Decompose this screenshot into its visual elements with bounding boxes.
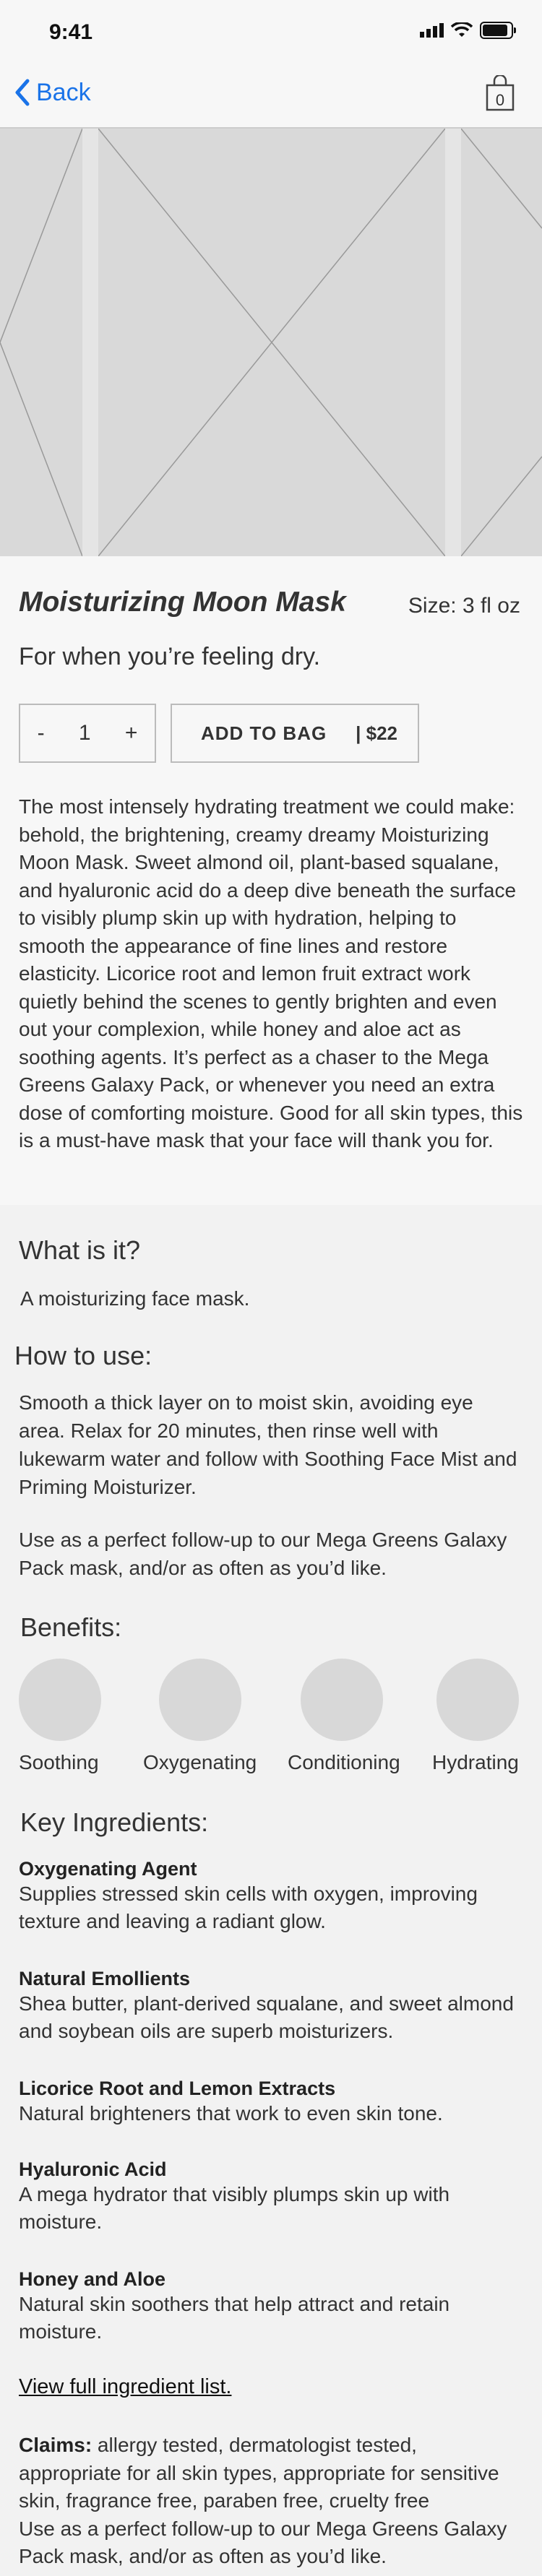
increase-quantity-button[interactable]: + bbox=[125, 721, 138, 745]
carousel-slide-previous[interactable] bbox=[0, 129, 82, 556]
status-icons bbox=[420, 22, 516, 39]
ingredient-natural-emollients: Natural Emollients Shea butter, plant-de… bbox=[19, 1968, 525, 2045]
add-to-bag-button[interactable]: ADD TO BAG | $22 bbox=[171, 704, 419, 763]
ingredient-honey-aloe: Honey and Aloe Natural skin soothers tha… bbox=[19, 2268, 525, 2346]
benefit-item-conditioning: Conditioning bbox=[288, 1659, 423, 1773]
hydrating-icon bbox=[436, 1659, 519, 1741]
bag-count-badge: 0 bbox=[495, 91, 505, 109]
claims-followup: Use as a perfect follow-up to our Mega G… bbox=[19, 2517, 507, 2568]
product-image-carousel[interactable] bbox=[0, 127, 542, 556]
ingredient-name: Hyaluronic Acid bbox=[19, 2158, 167, 2180]
quantity-value: 1 bbox=[78, 721, 91, 745]
how-to-use-heading: How to use: bbox=[14, 1341, 152, 1370]
status-time: 9:41 bbox=[49, 20, 93, 44]
how-to-use-followup: Use as a perfect follow-up to our Mega G… bbox=[19, 1529, 507, 1579]
ingredient-oxygenating-agent: Oxygenating Agent Supplies stressed skin… bbox=[19, 1858, 525, 1935]
carousel-slide-next[interactable] bbox=[461, 129, 542, 556]
signal-icon bbox=[420, 23, 444, 38]
ingredient-name: Honey and Aloe bbox=[19, 2268, 166, 2290]
ingredient-licorice-lemon: Licorice Root and Lemon Extracts Natural… bbox=[19, 2078, 525, 2127]
benefit-label: Soothing bbox=[19, 1751, 99, 1773]
ingredient-name: Natural Emollients bbox=[19, 1968, 191, 1989]
shopping-bag-button[interactable]: 0 bbox=[484, 75, 516, 111]
benefit-label: Conditioning bbox=[288, 1751, 400, 1773]
wifi-icon bbox=[451, 22, 473, 37]
benefit-item-hydrating: Hydrating bbox=[432, 1659, 530, 1773]
ingredient-name: Oxygenating Agent bbox=[19, 1858, 197, 1880]
ingredient-name: Licorice Root and Lemon Extracts bbox=[19, 2078, 336, 2099]
decrease-quantity-button[interactable]: - bbox=[38, 721, 45, 745]
benefits-heading: Benefits: bbox=[20, 1612, 122, 1642]
how-to-use-text: Smooth a thick layer on to moist skin, a… bbox=[19, 1391, 517, 1498]
conditioning-icon bbox=[301, 1659, 383, 1741]
benefit-item-soothing: Soothing bbox=[19, 1659, 142, 1773]
product-subtitle: For when you’re feeling dry. bbox=[19, 643, 321, 670]
full-ingredient-list-link[interactable]: View full ingredient list. bbox=[19, 2375, 231, 2399]
ingredient-description: A mega hydrator that visibly plumps skin… bbox=[19, 2183, 450, 2233]
what-is-it-text: A moisturizing face mask. bbox=[20, 1287, 250, 1310]
add-to-bag-label: ADD TO BAG bbox=[201, 722, 327, 744]
carousel-slide-current[interactable] bbox=[98, 129, 445, 556]
key-ingredients-heading: Key Ingredients: bbox=[20, 1807, 209, 1837]
ingredient-description: Shea butter, plant-derived squalane, and… bbox=[19, 1992, 514, 2042]
claims-block: Claims: allergy tested, dermatologist te… bbox=[19, 2432, 525, 2571]
quantity-stepper[interactable]: - 1 + bbox=[19, 704, 156, 763]
benefit-label: Oxygenating bbox=[143, 1751, 257, 1773]
product-size: Size: 3 fl oz bbox=[408, 594, 520, 618]
claims-label: Claims: bbox=[19, 2434, 93, 2456]
battery-icon bbox=[480, 22, 516, 39]
soothing-icon bbox=[19, 1659, 101, 1741]
oxygenating-icon bbox=[159, 1659, 241, 1741]
product-title: Moisturizing Moon Mask bbox=[19, 587, 346, 618]
ingredient-description: Natural brighteners that work to even sk… bbox=[19, 2102, 443, 2125]
back-label: Back bbox=[36, 78, 91, 106]
product-description: The most intensely hydrating treatment w… bbox=[19, 795, 523, 1151]
back-button[interactable]: Back bbox=[13, 78, 91, 107]
ingredient-description: Supplies stressed skin cells with oxygen… bbox=[19, 1883, 478, 1932]
chevron-left-icon bbox=[15, 79, 30, 106]
ingredient-hyaluronic-acid: Hyaluronic Acid A mega hydrator that vis… bbox=[19, 2158, 525, 2236]
benefit-label: Hydrating bbox=[432, 1751, 519, 1773]
what-is-it-heading: What is it? bbox=[19, 1235, 141, 1265]
benefit-item-oxygenating: Oxygenating bbox=[143, 1659, 282, 1773]
price-label: | $22 bbox=[356, 722, 397, 744]
ingredient-description: Natural skin soothers that help attract … bbox=[19, 2293, 450, 2343]
